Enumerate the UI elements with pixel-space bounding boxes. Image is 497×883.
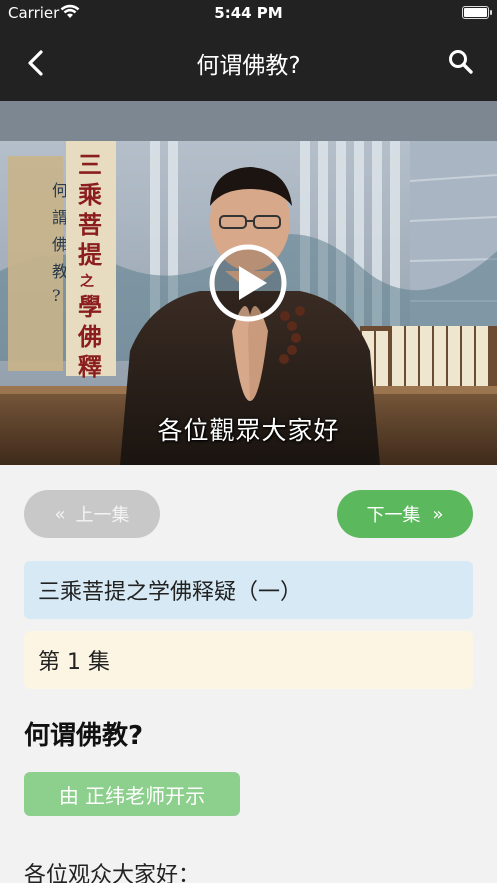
clock: 5:44 PM [214,4,283,22]
double-chevron-left-icon: « [54,503,66,525]
previous-episode-button[interactable]: « 上一集 [24,490,160,538]
series-title: 三乘菩提之学佛释疑（一） [38,580,303,605]
banner-char: 釋 [78,352,102,381]
navigation-bar: 何谓佛教? [0,26,497,101]
lecture-title: 何谓佛教? [24,721,144,751]
banner-char: 乘 [77,180,102,209]
banner-char: 佛 [77,322,102,351]
side-title-text: 何 [52,181,68,200]
play-icon[interactable] [208,243,288,323]
video-player[interactable]: 何 謂 佛 教 ? 三 乘 菩 提 之 學 佛 釋 各位觀眾大家好 [0,101,497,465]
next-episode-button[interactable]: 下一集 » [337,490,473,538]
side-title-text: 佛 [52,235,68,254]
page-title: 何谓佛教? [196,53,301,79]
next-episode-label: 下一集 [366,505,421,526]
battery-icon [462,6,492,19]
search-icon[interactable] [447,48,475,76]
previous-episode-label: 上一集 [75,505,130,526]
episode-number: 第 1 集 [38,650,110,675]
speaker-label: 由 正纬老师开示 [58,783,206,808]
side-title-text: 謂 [52,208,68,227]
series-title-box: 三乘菩提之学佛释疑（一） [24,561,473,619]
banner-char: 學 [78,292,102,321]
banner-char: 三 [78,150,102,179]
lecture-body-text: 各位观众大家好： [24,863,201,883]
side-title-text: 教 [52,262,68,281]
banner-char: 之 [80,273,94,290]
speaker-badge: 由 正纬老师开示 [24,772,240,816]
episode-number-box: 第 1 集 [24,631,473,689]
banner-char: 提 [78,240,103,269]
banner-char: 菩 [78,210,102,239]
video-caption: 各位觀眾大家好 [157,416,340,445]
status-bar: Carrier 5:44 PM [0,0,497,26]
side-title-text: ? [52,286,61,305]
double-chevron-right-icon: » [432,503,444,525]
